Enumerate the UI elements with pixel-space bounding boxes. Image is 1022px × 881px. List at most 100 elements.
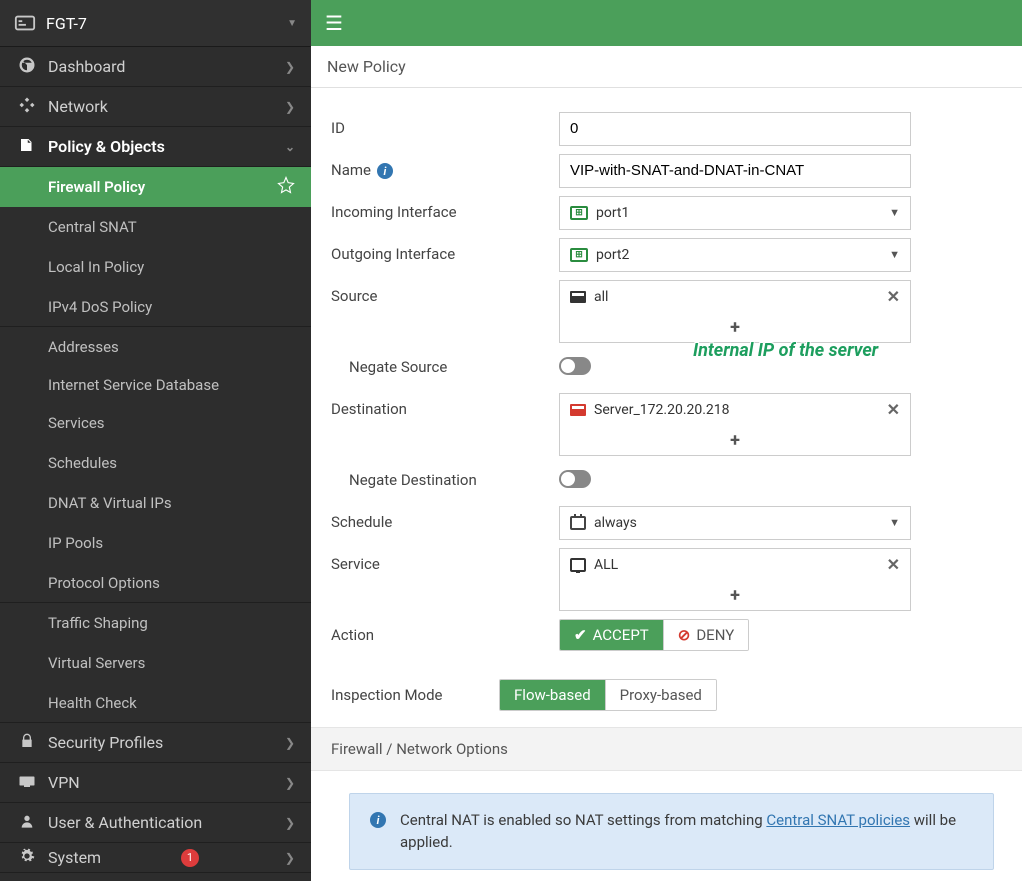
label-action: Action: [331, 619, 559, 644]
label-name: Namei: [331, 154, 559, 180]
chevron-right-icon: ❯: [285, 60, 295, 74]
nav-label: Services: [48, 414, 105, 432]
policy-icon: [16, 136, 38, 158]
nav-central-snat[interactable]: Central SNAT: [0, 207, 311, 247]
outgoing-interface-select[interactable]: ⊞ port2 ▼: [559, 238, 911, 272]
schedule-select[interactable]: always ▼: [559, 506, 911, 540]
service-value: ALL: [594, 557, 618, 573]
nav-label: Health Check: [48, 694, 137, 712]
nav-label: Schedules: [48, 454, 117, 472]
chevron-down-icon: ▼: [889, 516, 900, 529]
system-badge: 1: [181, 849, 199, 867]
info-text: Central NAT is enabled so NAT settings f…: [400, 810, 973, 854]
remove-icon[interactable]: ✕: [887, 555, 900, 574]
service-box[interactable]: ALL ✕ +: [559, 548, 911, 611]
incoming-interface-select[interactable]: ⊞ port1 ▼: [559, 196, 911, 230]
nav-label: VPN: [48, 773, 80, 792]
label-incoming-if: Incoming Interface: [331, 196, 559, 221]
action-deny-button[interactable]: ⊘DENY: [663, 620, 748, 650]
nav-traffic-shaping[interactable]: Traffic Shaping: [0, 603, 311, 643]
section-firewall-network: Firewall / Network Options: [311, 727, 1022, 771]
action-accept-button[interactable]: ✔ACCEPT: [560, 620, 663, 650]
nav-label: Addresses: [48, 338, 119, 356]
nav-internet-service-db[interactable]: Internet Service Database: [0, 367, 311, 403]
nav-label: System: [48, 848, 101, 867]
destination-value: Server_172.20.20.218: [594, 402, 730, 418]
nav-policy-objects[interactable]: Policy & Objects ⌄: [0, 127, 311, 167]
label-service: Service: [331, 548, 559, 573]
network-icon: [16, 96, 38, 118]
add-destination-button[interactable]: +: [560, 426, 910, 455]
nav-dnat-vips[interactable]: DNAT & Virtual IPs: [0, 483, 311, 523]
nav-security-profiles[interactable]: Security Profiles ❯: [0, 723, 311, 763]
address-icon: [570, 291, 586, 303]
nav-label: Local In Policy: [48, 258, 144, 276]
hamburger-icon[interactable]: ☰: [325, 11, 343, 35]
nav-local-in-policy[interactable]: Local In Policy: [0, 247, 311, 287]
add-service-button[interactable]: +: [560, 581, 910, 610]
info-panel: i Central NAT is enabled so NAT settings…: [349, 793, 994, 871]
nav-label: User & Authentication: [48, 813, 202, 832]
nav-dashboard[interactable]: Dashboard ❯: [0, 47, 311, 87]
incoming-if-value: port1: [596, 205, 629, 221]
nav-network[interactable]: Network ❯: [0, 87, 311, 127]
nav-health-check[interactable]: Health Check: [0, 683, 311, 723]
label-source: Source: [331, 280, 559, 305]
inspection-proxy-button[interactable]: Proxy-based: [605, 680, 716, 710]
name-input[interactable]: [559, 154, 911, 188]
label-destination: Destination: [331, 393, 559, 418]
device-selector[interactable]: FGT-7 ▼: [0, 0, 311, 47]
remove-icon[interactable]: ✕: [887, 400, 900, 419]
negate-destination-toggle[interactable]: [559, 470, 591, 488]
nav-label: Firewall Policy: [48, 178, 145, 196]
label-negate-destination: Negate Destination: [331, 464, 559, 489]
chevron-down-icon: ▼: [889, 248, 900, 261]
remove-icon[interactable]: ✕: [887, 287, 900, 306]
nav-services[interactable]: Services: [0, 403, 311, 443]
source-box[interactable]: all ✕ +: [559, 280, 911, 343]
info-icon: i: [370, 812, 386, 854]
inspection-mode-group: Flow-based Proxy-based: [499, 679, 717, 711]
port-icon: ⊞: [570, 206, 588, 220]
nav-firewall-policy[interactable]: Firewall Policy: [0, 167, 311, 207]
label-outgoing-if: Outgoing Interface: [331, 238, 559, 263]
main-panel: ☰ New Policy ID Namei Incoming Interface…: [311, 0, 1022, 881]
negate-source-toggle[interactable]: [559, 357, 591, 375]
nav-addresses[interactable]: Addresses: [0, 327, 311, 367]
lock-icon: [16, 733, 38, 753]
deny-icon: ⊘: [678, 626, 691, 644]
page-title-text: New Policy: [327, 57, 406, 76]
nav-schedules[interactable]: Schedules: [0, 443, 311, 483]
schedule-icon: [570, 516, 586, 530]
schedule-value: always: [594, 515, 637, 531]
central-snat-link[interactable]: Central SNAT policies: [766, 811, 910, 829]
id-input[interactable]: [559, 112, 911, 146]
destination-box[interactable]: Server_172.20.20.218 ✕ +: [559, 393, 911, 456]
nav-label: Network: [48, 97, 108, 116]
source-value: all: [594, 289, 608, 305]
port-icon: ⊞: [570, 248, 588, 262]
nav-vpn[interactable]: VPN ❯: [0, 763, 311, 803]
add-source-button[interactable]: +: [560, 313, 910, 342]
inspection-flow-button[interactable]: Flow-based: [500, 680, 605, 710]
label-negate-source: Negate Source: [331, 351, 559, 376]
nav-label: Virtual Servers: [48, 654, 145, 672]
device-icon: [14, 12, 36, 34]
chevron-down-icon: ▼: [889, 206, 900, 219]
nav-label: Traffic Shaping: [48, 614, 148, 632]
label-id: ID: [331, 112, 559, 137]
topbar: ☰: [311, 0, 1022, 46]
star-icon[interactable]: [277, 176, 295, 198]
nav-protocol-options[interactable]: Protocol Options: [0, 563, 311, 603]
nav-ipv4-dos-policy[interactable]: IPv4 DoS Policy: [0, 287, 311, 327]
sidebar: FGT-7 ▼ Dashboard ❯ Network ❯ Policy & O…: [0, 0, 311, 881]
nav-user-auth[interactable]: User & Authentication ❯: [0, 803, 311, 843]
nav-virtual-servers[interactable]: Virtual Servers: [0, 643, 311, 683]
form: ID Namei Incoming Interface ⊞ port1 ▼ Ou…: [311, 88, 1022, 881]
nav-system[interactable]: System 1 ❯: [0, 843, 311, 873]
user-icon: [16, 813, 38, 833]
nav-ip-pools[interactable]: IP Pools: [0, 523, 311, 563]
outgoing-if-value: port2: [596, 247, 629, 263]
chevron-right-icon: ❯: [285, 851, 295, 865]
info-icon[interactable]: i: [377, 163, 393, 179]
